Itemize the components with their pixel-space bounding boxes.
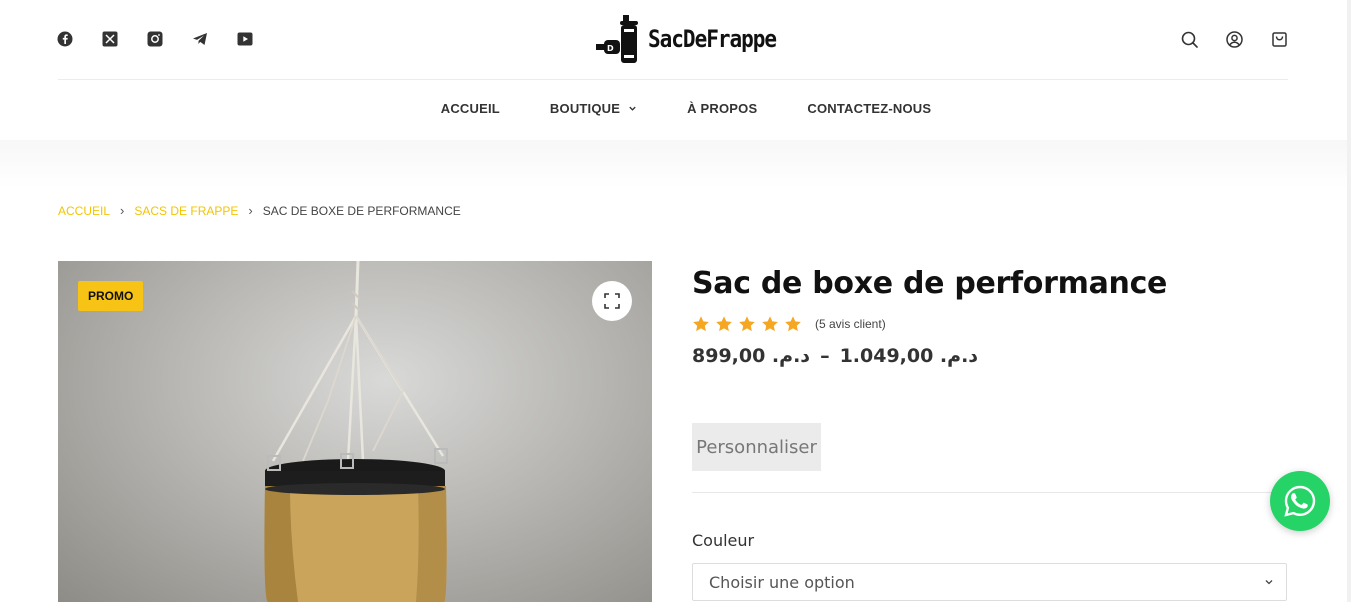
nav-label: CONTACTEZ-NOUS <box>807 101 932 116</box>
punching-bag-image <box>264 261 448 602</box>
punching-bag-logo-icon: D <box>596 15 638 63</box>
customize-button[interactable]: Personnaliser <box>692 423 821 471</box>
cart-icon[interactable] <box>1271 31 1288 48</box>
price-separator: – <box>820 345 830 367</box>
breadcrumb-category[interactable]: SACS DE FRAPPE <box>134 204 238 218</box>
price-low: 899,00 .د.م <box>692 345 811 367</box>
color-select-value: Choisir une option <box>709 572 855 592</box>
nav-label: BOUTIQUE <box>549 101 621 116</box>
scrollbar[interactable] <box>1347 0 1351 602</box>
youtube-icon[interactable] <box>237 31 253 47</box>
chevron-down-icon <box>1265 580 1273 585</box>
expand-icon <box>604 293 620 309</box>
color-select[interactable]: Choisir une option <box>692 563 1287 601</box>
instagram-icon[interactable] <box>147 31 163 47</box>
nav-label: ACCUEIL <box>440 101 500 116</box>
header: D SacDeFrappe <box>0 0 1351 80</box>
header-shadow <box>0 140 1351 188</box>
chevron-right-icon: › <box>248 203 253 218</box>
chevron-right-icon: › <box>120 203 125 218</box>
product-title: Sac de boxe de performance <box>692 266 1168 301</box>
breadcrumb-home[interactable]: ACCUEIL <box>58 204 110 218</box>
telegram-icon[interactable] <box>192 31 208 47</box>
whatsapp-chat-button[interactable] <box>1270 471 1330 531</box>
product-gallery[interactable]: PROMO <box>58 261 652 602</box>
header-actions <box>1181 31 1288 48</box>
main-nav: ACCUEIL BOUTIQUE À PROPOS CONTACTEZ-NOUS <box>0 101 1351 116</box>
price-range: 899,00 .د.م – 1.049,00 .د.م <box>692 345 1287 367</box>
star-icon <box>785 316 801 332</box>
facebook-icon[interactable] <box>57 31 73 47</box>
nav-item-contact[interactable]: CONTACTEZ-NOUS <box>807 101 931 116</box>
nav-label: À PROPOS <box>687 101 758 116</box>
star-icon <box>739 316 755 332</box>
product-summary: Sac de boxe de performance (5 avis clien… <box>692 262 1287 601</box>
promo-badge: PROMO <box>78 281 144 311</box>
summary-divider <box>692 492 1287 493</box>
fullscreen-button[interactable] <box>592 281 632 321</box>
star-icon <box>693 316 709 332</box>
svg-text:D: D <box>607 44 614 53</box>
nav-item-accueil[interactable]: ACCUEIL <box>441 101 500 116</box>
whatsapp-icon <box>1284 485 1316 517</box>
nav-item-a-propos[interactable]: À PROPOS <box>687 101 757 116</box>
breadcrumb: ACCUEIL › SACS DE FRAPPE › SAC DE BOXE D… <box>58 203 461 218</box>
account-icon[interactable] <box>1226 31 1243 48</box>
reviews-link[interactable]: (5 avis client) <box>815 317 886 331</box>
search-icon[interactable] <box>1181 31 1198 48</box>
site-logo[interactable]: D SacDeFrappe <box>594 13 777 65</box>
star-icon <box>762 316 778 332</box>
product-rating: (5 avis client) <box>692 315 1287 333</box>
social-links <box>57 31 253 47</box>
logo-text: SacDeFrappe <box>648 25 777 53</box>
x-twitter-icon[interactable] <box>102 31 118 47</box>
star-rating <box>692 315 802 333</box>
star-icon <box>716 316 732 332</box>
header-divider <box>58 79 1288 80</box>
color-label: Couleur <box>692 531 755 550</box>
price-high: 1.049,00 .د.م <box>839 345 979 367</box>
breadcrumb-current: SAC DE BOXE DE PERFORMANCE <box>262 203 461 218</box>
chevron-down-icon <box>629 106 636 111</box>
nav-item-boutique[interactable]: BOUTIQUE <box>550 101 637 116</box>
